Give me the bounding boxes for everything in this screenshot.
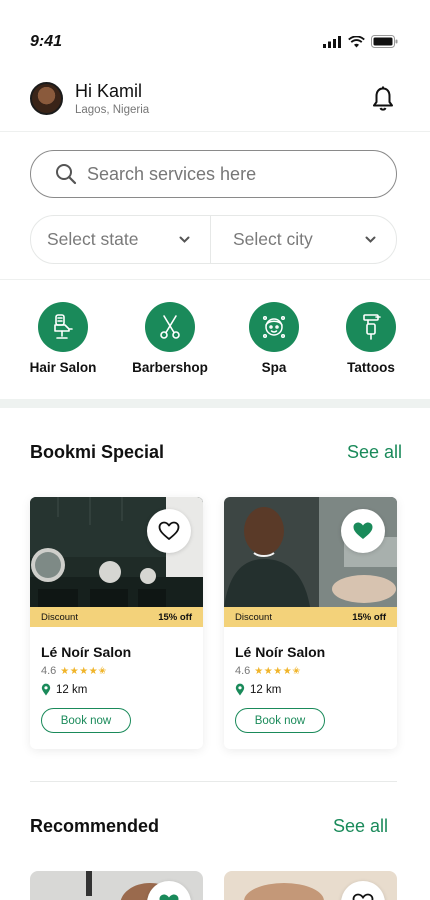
discount-label: Discount (235, 611, 272, 623)
category-spa[interactable]: Spa (219, 302, 329, 375)
favorite-button[interactable] (147, 509, 191, 553)
salon-card[interactable]: Discount 15% off Lé Noír Salon 4.6 ★★★★✬… (30, 497, 203, 749)
recommended-card[interactable] (224, 871, 397, 900)
location-pin-icon (235, 683, 245, 696)
category-list: Hair Salon Barbershop Spa Tattoos (0, 302, 430, 382)
category-label: Hair Salon (29, 360, 97, 375)
favorite-button[interactable] (341, 509, 385, 553)
status-time: 9:41 (30, 33, 63, 50)
location-filters: Select state Select city (30, 215, 397, 264)
user-location: Lagos, Nigeria (75, 104, 150, 116)
spa-face-icon (262, 315, 286, 339)
divider (30, 781, 397, 782)
divider (0, 279, 430, 280)
city-select-label: Select city (233, 229, 313, 249)
salon-distance: 12 km (235, 683, 281, 696)
category-label: Spa (261, 360, 287, 375)
search-bar[interactable] (30, 150, 397, 198)
star-rating-icon: ★★★★✬ (60, 665, 108, 677)
salon-rating: 4.6 ★★★★✬ (41, 665, 107, 677)
bell-icon (373, 86, 393, 111)
salon-distance: 12 km (41, 683, 87, 696)
state-select-label: Select state (47, 229, 139, 249)
chevron-down-icon (179, 236, 190, 243)
heart-filled-icon (159, 894, 179, 900)
signal-icon (323, 35, 341, 48)
battery-icon (371, 35, 398, 48)
recommended-see-all-link[interactable]: See all (333, 816, 388, 837)
city-select[interactable]: Select city (210, 216, 396, 263)
heart-outline-icon (352, 893, 374, 900)
barber-chair-icon (54, 314, 73, 339)
state-select[interactable]: Select state (31, 216, 210, 263)
category-icon-circle (38, 302, 88, 352)
rating-value: 4.6 (41, 665, 57, 677)
heart-filled-icon (353, 522, 373, 539)
recommended-section-title: Recommended (30, 816, 160, 836)
category-icon-circle (249, 302, 299, 352)
scissors-icon (160, 315, 180, 339)
category-barbershop[interactable]: Barbershop (115, 302, 225, 375)
discount-label: Discount (41, 611, 78, 623)
discount-value: 15% off (158, 611, 192, 623)
location-pin-icon (41, 683, 51, 696)
salon-card[interactable]: Discount 15% off Lé Noír Salon 4.6 ★★★★✬… (224, 497, 397, 749)
chevron-down-icon (365, 236, 376, 243)
status-icons (323, 35, 398, 48)
notification-button[interactable] (372, 86, 394, 116)
category-icon-circle (346, 302, 396, 352)
special-see-all-link[interactable]: See all (347, 442, 402, 463)
category-hair-salon[interactable]: Hair Salon (8, 302, 118, 375)
category-label: Barbershop (132, 360, 208, 375)
salon-name: Lé Noír Salon (41, 644, 132, 660)
distance-value: 12 km (56, 683, 88, 696)
distance-value: 12 km (250, 683, 282, 696)
discount-banner: Discount 15% off (224, 607, 397, 627)
star-rating-icon: ★★★★✬ (254, 665, 302, 677)
rating-value: 4.6 (235, 665, 251, 677)
greeting: Hi Kamil (75, 81, 143, 101)
category-label: Tattoos (347, 360, 395, 375)
discount-banner: Discount 15% off (30, 607, 203, 627)
avatar[interactable] (30, 82, 63, 115)
salon-rating: 4.6 ★★★★✬ (235, 665, 301, 677)
special-section-title: Bookmi Special (30, 442, 165, 462)
section-separator (0, 399, 430, 408)
search-input[interactable] (87, 163, 367, 185)
status-bar: 9:41 (0, 0, 430, 70)
discount-value: 15% off (352, 611, 386, 623)
search-icon (56, 164, 77, 185)
category-tattoos[interactable]: Tattoos (316, 302, 426, 375)
category-icon-circle (145, 302, 195, 352)
heart-outline-icon (158, 521, 180, 540)
book-now-button[interactable]: Book now (41, 708, 131, 733)
salon-name: Lé Noír Salon (235, 644, 326, 660)
header: Hi Kamil Lagos, Nigeria (0, 74, 430, 132)
wifi-icon (348, 35, 365, 47)
recommended-card[interactable] (30, 871, 203, 900)
book-now-button[interactable]: Book now (235, 708, 325, 733)
tattoo-machine-icon (363, 314, 381, 340)
